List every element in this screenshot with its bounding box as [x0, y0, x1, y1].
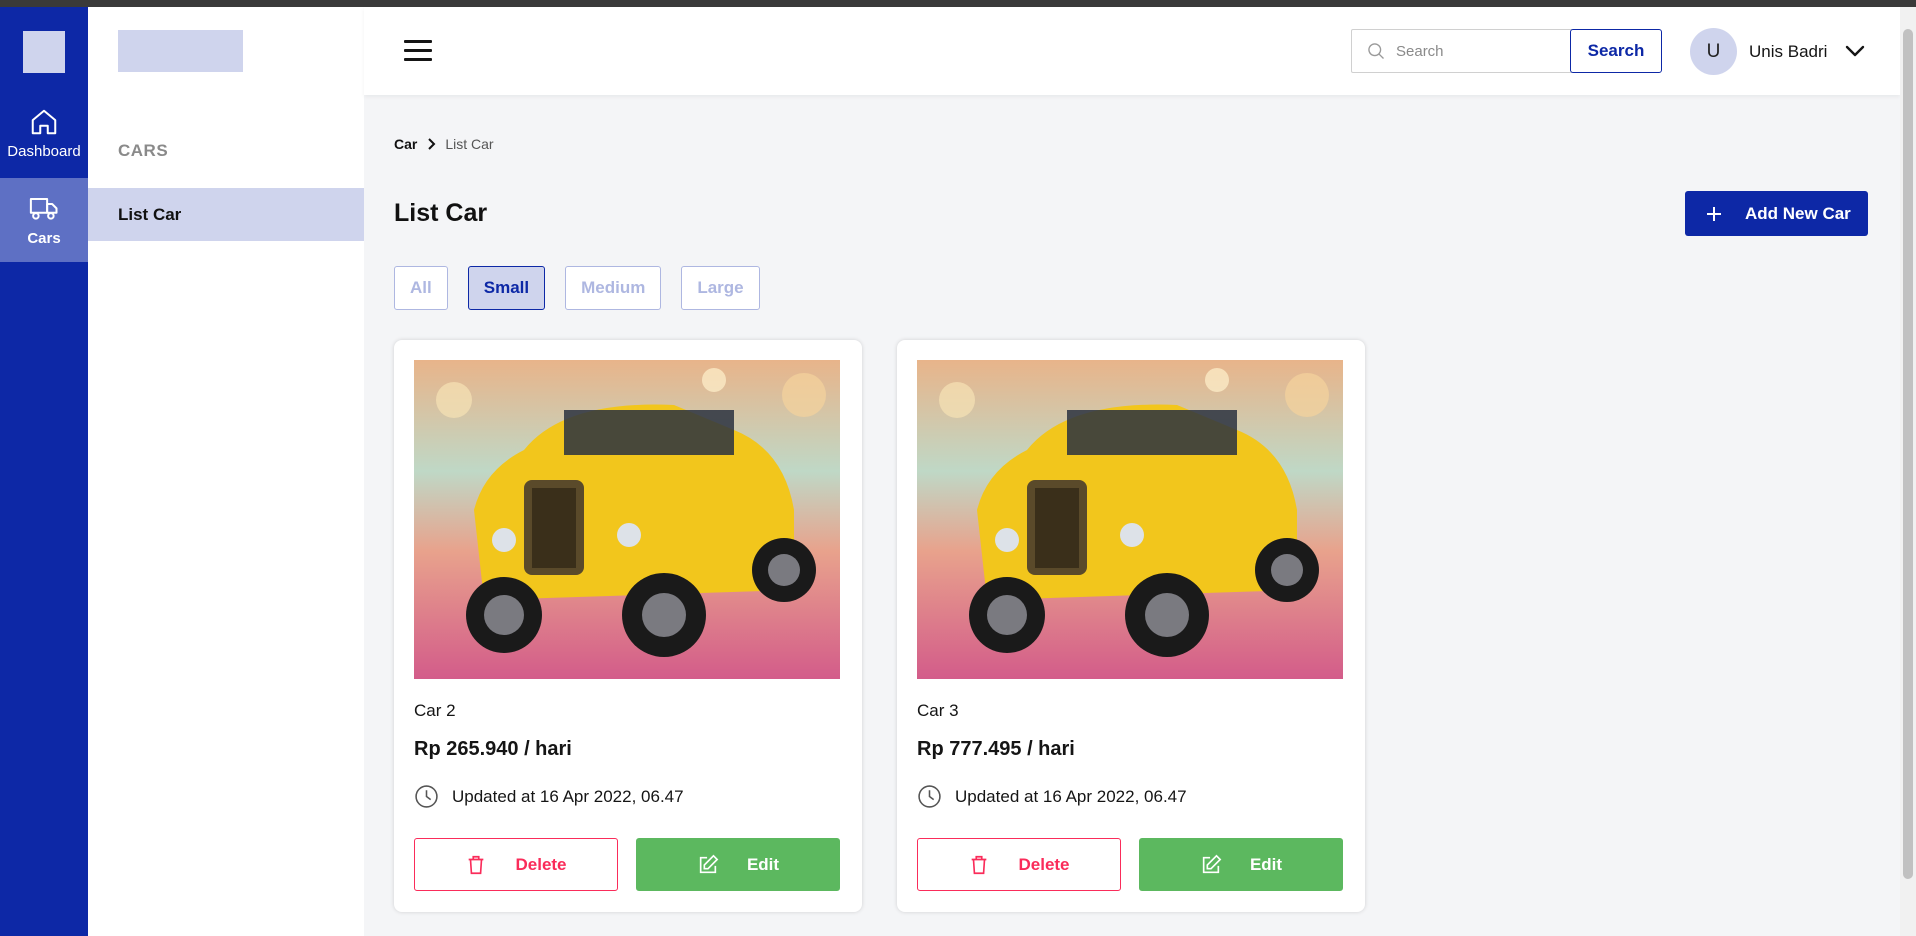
truck-icon	[29, 197, 58, 220]
car-updated: Updated at 16 Apr 2022, 06.47	[917, 784, 1187, 809]
search-icon	[1368, 43, 1384, 59]
home-icon	[31, 109, 57, 134]
menu-toggle-icon[interactable]	[404, 40, 432, 62]
page-scrollbar[interactable]	[1900, 7, 1916, 936]
rail-item-dashboard[interactable]: Dashboard	[0, 91, 88, 175]
rail-logo	[23, 31, 65, 73]
trash-icon	[972, 855, 987, 874]
edit-icon	[1202, 854, 1222, 873]
rail-item-cars[interactable]: Cars	[0, 178, 88, 262]
car-image	[917, 360, 1343, 679]
chevron-down-icon[interactable]	[1844, 43, 1866, 59]
trash-icon	[469, 855, 484, 874]
sidebar-item-label: List Car	[118, 204, 182, 224]
car-price: Rp 777.495 / hari	[917, 738, 1075, 760]
scrollbar-thumb[interactable]	[1903, 29, 1913, 879]
filter-large-button[interactable]: Large	[681, 266, 760, 310]
car-updated: Updated at 16 Apr 2022, 06.47	[414, 784, 684, 809]
top-header: Search U Unis Badri	[364, 7, 1900, 95]
page-title: List Car	[394, 199, 488, 227]
clock-icon	[918, 785, 941, 808]
size-filter-group: All Small Medium Large	[394, 266, 780, 310]
car-price: Rp 265.940 / hari	[414, 738, 572, 760]
rail-item-label: Dashboard	[7, 142, 81, 160]
car-card: Car 3 Rp 777.495 / hari Updated at 16 Ap…	[897, 340, 1365, 912]
delete-label: Delete	[515, 854, 567, 874]
rail-item-label: Cars	[27, 229, 61, 247]
breadcrumb: Car List Car	[394, 136, 494, 152]
car-image	[414, 360, 840, 679]
car-name: Car 2	[414, 701, 456, 720]
edit-label: Edit	[1249, 854, 1283, 874]
icon-rail: Dashboard Cars	[0, 7, 88, 936]
car-updated-text: Updated at 16 Apr 2022, 06.47	[452, 786, 684, 806]
filter-small-button[interactable]: Small	[467, 266, 546, 310]
edit-button[interactable]: Edit	[1139, 838, 1343, 891]
sidebar-item-list-car[interactable]: List Car	[88, 188, 364, 241]
edit-icon	[699, 854, 719, 873]
plus-icon	[1707, 206, 1721, 221]
add-new-car-button[interactable]: Add New Car	[1685, 191, 1868, 236]
sidebar: CARS List Car	[88, 7, 364, 936]
delete-button[interactable]: Delete	[917, 838, 1121, 891]
car-updated-text: Updated at 16 Apr 2022, 06.47	[955, 786, 1187, 806]
car-card: Car 2 Rp 265.940 / hari Updated at 16 Ap…	[394, 340, 862, 912]
delete-label: Delete	[1018, 854, 1070, 874]
clock-icon	[415, 785, 438, 808]
car-name: Car 3	[917, 701, 959, 720]
breadcrumb-item-current: List Car	[445, 136, 494, 152]
search-button[interactable]: Search	[1570, 29, 1662, 73]
edit-button[interactable]: Edit	[636, 838, 840, 891]
breadcrumb-item-car[interactable]: Car	[394, 136, 417, 152]
search-input[interactable]	[1396, 42, 1566, 60]
avatar[interactable]: U	[1690, 28, 1737, 75]
chevron-right-icon	[428, 138, 436, 150]
window-top-strip	[0, 0, 1916, 7]
search-field[interactable]	[1351, 29, 1573, 73]
filter-all-button[interactable]: All	[394, 266, 448, 310]
add-new-car-label: Add New Car	[1745, 203, 1851, 223]
delete-button[interactable]: Delete	[414, 838, 618, 891]
app-logo	[118, 30, 243, 72]
edit-label: Edit	[746, 854, 780, 874]
sidebar-section-title: CARS	[118, 141, 169, 160]
user-name[interactable]: Unis Badri	[1749, 42, 1827, 62]
filter-medium-button[interactable]: Medium	[565, 266, 662, 310]
